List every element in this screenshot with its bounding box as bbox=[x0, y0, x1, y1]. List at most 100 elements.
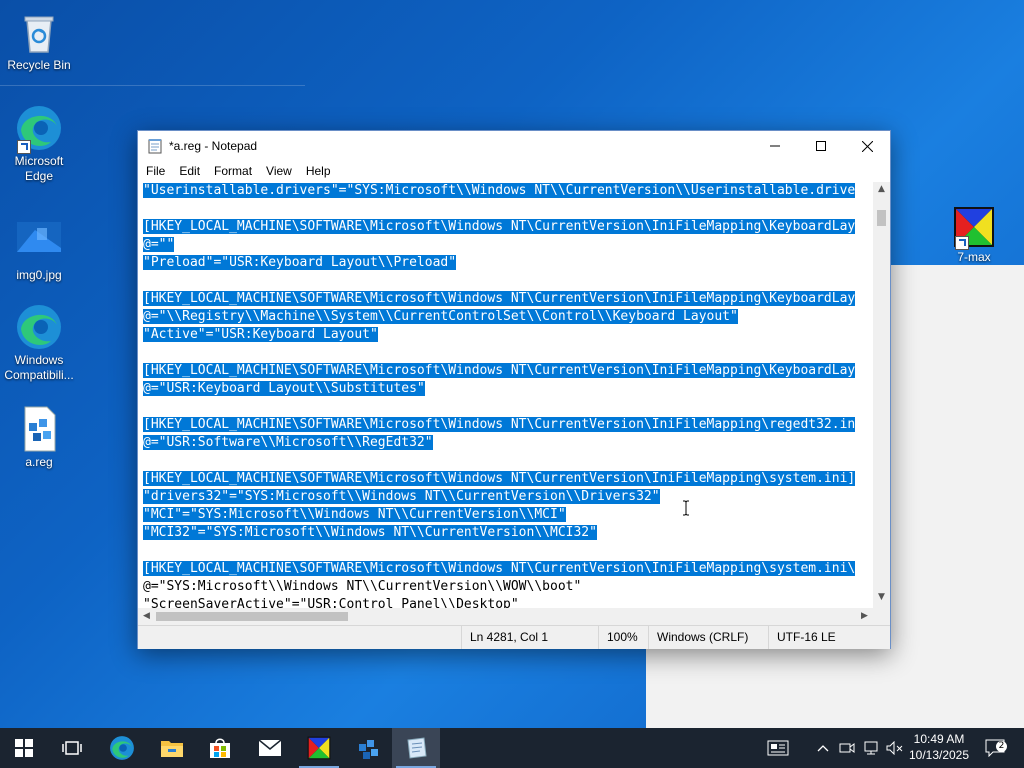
selected-text: @="USR:Keyboard Layout\\Substitutes" bbox=[143, 381, 425, 396]
text-line: "Preload"="USR:Keyboard Layout\\Preload" bbox=[138, 254, 873, 272]
text-line: "MCI32"="SYS:Microsoft\\Windows NT\\Curr… bbox=[138, 524, 873, 542]
7-max-icon bbox=[307, 736, 331, 760]
scroll-up-arrow-icon[interactable]: ▲ bbox=[873, 184, 890, 198]
text-line: [HKEY_LOCAL_MACHINE\SOFTWARE\Microsoft\W… bbox=[138, 290, 873, 308]
scroll-right-arrow-icon[interactable]: ▶ bbox=[856, 608, 873, 625]
selected-text: "Preload"="USR:Keyboard Layout\\Preload" bbox=[143, 255, 457, 270]
desktop-icon-label: 7-max bbox=[957, 250, 991, 264]
status-zoom: 100% bbox=[598, 626, 649, 649]
selected-text: @="\\Registry\\Machine\\System\\CurrentC… bbox=[143, 309, 738, 324]
action-center-button[interactable]: 2 bbox=[978, 728, 1012, 768]
title-bar[interactable]: *a.reg - Notepad bbox=[138, 131, 890, 161]
text-line: [HKEY_LOCAL_MACHINE\SOFTWARE\Microsoft\W… bbox=[138, 218, 873, 236]
status-line-endings: Windows (CRLF) bbox=[648, 626, 765, 649]
text-line: [HKEY_LOCAL_MACHINE\SOFTWARE\Microsoft\W… bbox=[138, 416, 873, 434]
desktop-icon-edge[interactable]: Microsoft Edge bbox=[1, 104, 77, 184]
text-editor[interactable]: "Userinstallable.drivers"="SYS:Microsoft… bbox=[138, 182, 873, 608]
taskbar-edge[interactable] bbox=[98, 728, 146, 768]
close-icon bbox=[861, 140, 873, 152]
taskbar-file-explorer[interactable] bbox=[148, 728, 196, 768]
menu-view[interactable]: View bbox=[258, 164, 298, 178]
clock[interactable]: 10:49 AM 10/13/2025 bbox=[902, 731, 976, 763]
close-button[interactable] bbox=[844, 131, 890, 161]
desktop-icon-label: img0.jpg bbox=[16, 268, 62, 282]
minimize-button[interactable] bbox=[752, 131, 798, 161]
text-line: @="SYS:Microsoft\\Windows NT\\CurrentVer… bbox=[138, 578, 873, 596]
desktop-icon-label: a.reg bbox=[25, 455, 53, 469]
text-line: "drivers32"="SYS:Microsoft\\Windows NT\\… bbox=[138, 488, 873, 506]
text-line: @="\\Registry\\Machine\\System\\CurrentC… bbox=[138, 308, 873, 326]
window-title: *a.reg - Notepad bbox=[169, 139, 258, 153]
7-max-icon bbox=[953, 206, 995, 250]
size-grip[interactable] bbox=[873, 608, 890, 625]
selected-text: "MCI32"="SYS:Microsoft\\Windows NT\\Curr… bbox=[143, 525, 597, 540]
taskbar-notepad[interactable] bbox=[392, 728, 440, 768]
selected-text: [HKEY_LOCAL_MACHINE\SOFTWARE\Microsoft\W… bbox=[143, 471, 856, 486]
network-icon bbox=[864, 741, 878, 755]
menu-format[interactable]: Format bbox=[206, 164, 258, 178]
text-line: [HKEY_LOCAL_MACHINE\SOFTWARE\Microsoft\W… bbox=[138, 560, 873, 578]
selected-text: "MCI"="SYS:Microsoft\\Windows NT\\Curren… bbox=[143, 507, 566, 522]
selected-text: [HKEY_LOCAL_MACHINE\SOFTWARE\Microsoft\W… bbox=[143, 417, 856, 432]
shortcut-arrow-icon bbox=[17, 140, 31, 154]
status-cursor-position: Ln 4281, Col 1 bbox=[461, 626, 600, 649]
edge-icon bbox=[15, 303, 63, 351]
text-line bbox=[138, 452, 873, 470]
task-view-icon bbox=[62, 741, 82, 755]
line-text: "ScreenSaverActive"="USR:Control Panel\\… bbox=[143, 597, 519, 608]
vertical-scrollbar[interactable]: ▲ ▼ bbox=[873, 182, 890, 608]
text-line bbox=[138, 272, 873, 290]
taskbar: 10:49 AM 10/13/2025 2 bbox=[0, 728, 1024, 768]
horizontal-scrollbar[interactable]: ◀ ▶ bbox=[138, 608, 873, 625]
chevron-up-icon bbox=[817, 745, 829, 752]
store-icon bbox=[210, 738, 230, 758]
notepad-window: *a.reg - Notepad File Edit Format View H… bbox=[137, 130, 891, 649]
menu-file[interactable]: File bbox=[138, 164, 171, 178]
scroll-left-arrow-icon[interactable]: ◀ bbox=[138, 608, 155, 625]
vertical-scroll-thumb[interactable] bbox=[877, 210, 886, 226]
maximize-icon bbox=[816, 141, 826, 151]
network-button[interactable] bbox=[859, 728, 883, 768]
text-line: @="USR:Software\\Microsoft\\RegEdt32" bbox=[138, 434, 873, 452]
shortcut-arrow-icon bbox=[955, 236, 969, 250]
text-line bbox=[138, 542, 873, 560]
taskbar-mail[interactable] bbox=[246, 728, 294, 768]
desktop-icon-7-max[interactable]: 7-max bbox=[936, 206, 1012, 264]
text-cursor-icon bbox=[683, 500, 689, 516]
selected-text: @="USR:Software\\Microsoft\\RegEdt32" bbox=[143, 435, 433, 450]
maximize-button[interactable] bbox=[798, 131, 844, 161]
text-line: [HKEY_LOCAL_MACHINE\SOFTWARE\Microsoft\W… bbox=[138, 470, 873, 488]
desktop-icon-windows-compatibility[interactable]: Windows Compatibili... bbox=[1, 303, 77, 383]
selected-text: "Active"="USR:Keyboard Layout" bbox=[143, 327, 378, 342]
desktop-icon-recycle-bin[interactable]: Recycle Bin bbox=[1, 8, 77, 73]
text-line: "Active"="USR:Keyboard Layout" bbox=[138, 326, 873, 344]
show-hidden-icons-button[interactable] bbox=[812, 728, 834, 768]
horizontal-scroll-thumb[interactable] bbox=[156, 612, 348, 621]
menu-bar: File Edit Format View Help bbox=[138, 161, 890, 181]
selected-text: "Userinstallable.drivers"="SYS:Microsoft… bbox=[143, 183, 856, 198]
news-icon bbox=[767, 740, 789, 756]
text-line: @="" bbox=[138, 236, 873, 254]
menu-help[interactable]: Help bbox=[298, 164, 337, 178]
selected-text: @="" bbox=[143, 237, 175, 252]
task-view-button[interactable] bbox=[48, 728, 96, 768]
taskbar-registry-editor[interactable] bbox=[344, 728, 392, 768]
desktop-icon-img0[interactable]: img0.jpg bbox=[1, 218, 77, 283]
image-file-icon bbox=[15, 218, 63, 266]
desktop-icon-a-reg[interactable]: a.reg bbox=[1, 405, 77, 470]
meet-now-button[interactable] bbox=[836, 728, 858, 768]
scroll-down-arrow-icon[interactable]: ▼ bbox=[873, 592, 890, 606]
taskbar-7-max[interactable] bbox=[295, 728, 343, 768]
selected-text: [HKEY_LOCAL_MACHINE\SOFTWARE\Microsoft\W… bbox=[143, 363, 856, 378]
taskbar-store[interactable] bbox=[196, 728, 244, 768]
start-button[interactable] bbox=[0, 728, 48, 768]
news-widget-button[interactable] bbox=[760, 728, 796, 768]
status-bar: Ln 4281, Col 1 100% Windows (CRLF) UTF-1… bbox=[138, 625, 890, 649]
menu-edit[interactable]: Edit bbox=[171, 164, 206, 178]
selected-text: [HKEY_LOCAL_MACHINE\SOFTWARE\Microsoft\W… bbox=[143, 561, 856, 576]
windows-logo-icon bbox=[15, 739, 33, 757]
selected-text: [HKEY_LOCAL_MACHINE\SOFTWARE\Microsoft\W… bbox=[143, 219, 856, 234]
desktop-icon-label: Windows Compatibili... bbox=[4, 353, 74, 382]
text-line bbox=[138, 200, 873, 218]
registry-file-icon bbox=[15, 405, 63, 453]
